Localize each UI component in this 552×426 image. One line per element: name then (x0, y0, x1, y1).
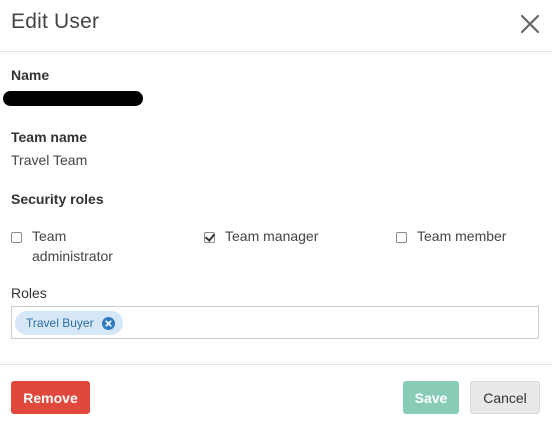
team-name-value: Travel Team (11, 152, 88, 168)
roles-input[interactable]: Travel Buyer (11, 306, 539, 339)
dialog-footer: Remove Save Cancel (0, 364, 552, 426)
remove-tag-icon[interactable] (101, 316, 115, 330)
team-member-checkbox[interactable] (396, 232, 407, 243)
cancel-button[interactable]: Cancel (470, 381, 540, 414)
save-button[interactable]: Save (403, 381, 459, 414)
team-name-label: Team name (11, 129, 87, 145)
roles-label: Roles (11, 285, 47, 301)
role-tag-label: Travel Buyer (26, 316, 94, 330)
checkbox-team-member[interactable]: Team member (396, 228, 507, 246)
dialog-header: Edit User (0, 0, 552, 52)
name-label: Name (11, 67, 50, 83)
team-administrator-label-line1: Team (32, 228, 67, 244)
team-administrator-checkbox[interactable] (11, 232, 22, 243)
team-administrator-label: Team administrator (32, 226, 113, 266)
edit-user-dialog: Edit User Name Team name Travel Team Sec… (0, 0, 552, 426)
team-member-label: Team member (417, 228, 507, 244)
team-manager-checkbox[interactable] (204, 232, 215, 243)
security-roles-label: Security roles (11, 191, 104, 207)
role-tag: Travel Buyer (15, 311, 123, 335)
redacted-name-value (3, 91, 143, 106)
dialog-title: Edit User (11, 10, 100, 33)
checkbox-team-administrator[interactable]: Team administrator (11, 226, 113, 266)
checkbox-team-manager[interactable]: Team manager (204, 228, 319, 246)
team-manager-label: Team manager (225, 228, 319, 244)
remove-button[interactable]: Remove (11, 381, 90, 414)
team-administrator-label-line2: administrator (32, 248, 113, 264)
close-icon[interactable] (518, 12, 542, 36)
